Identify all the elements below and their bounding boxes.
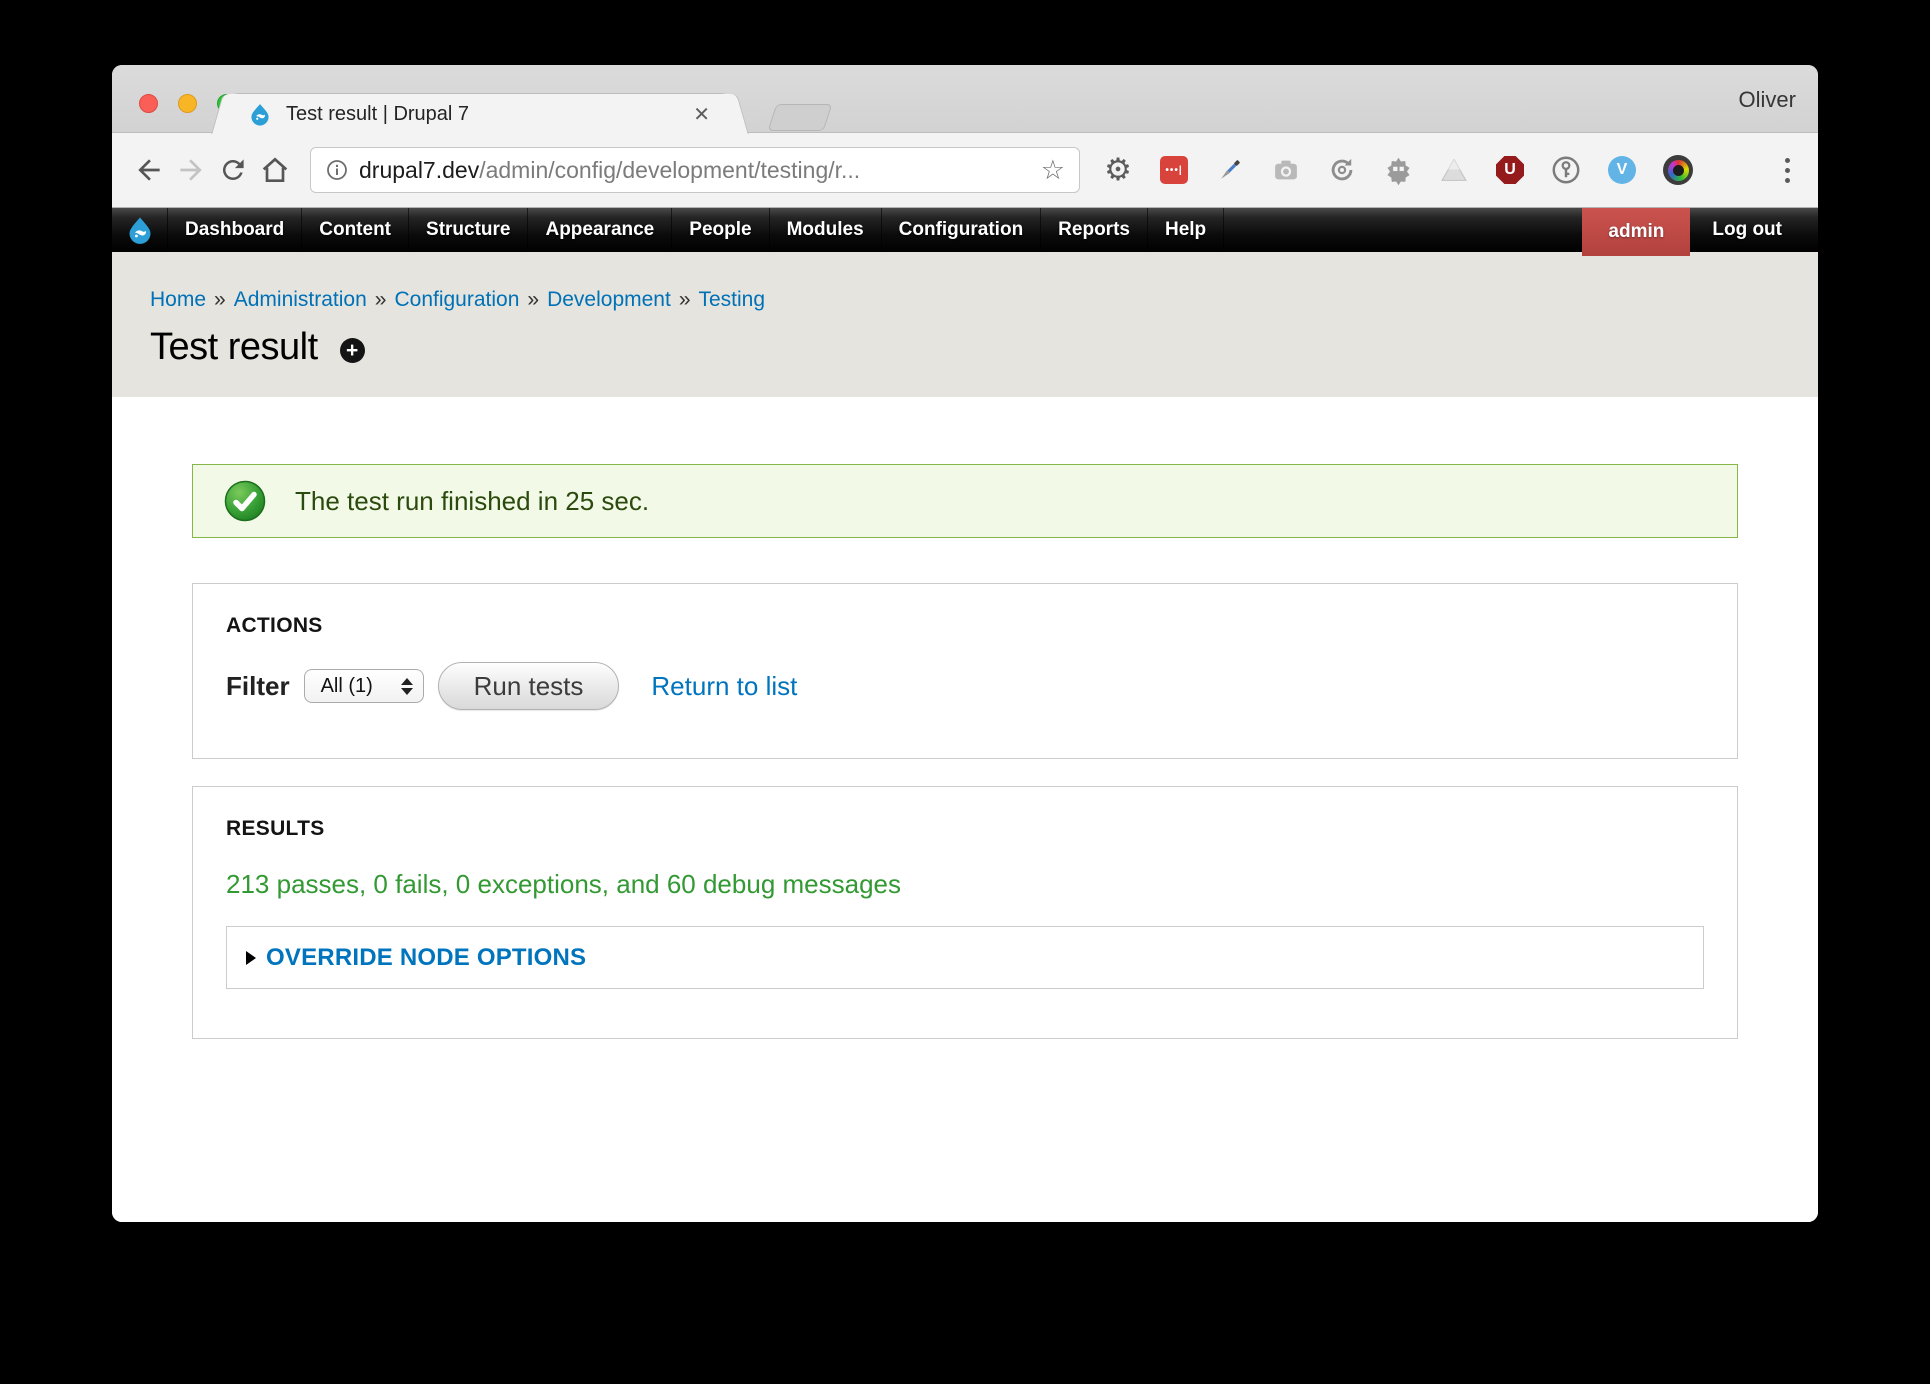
extension-password-manager-button[interactable]: •••| bbox=[1154, 147, 1194, 193]
minimize-window-button[interactable] bbox=[178, 94, 197, 113]
page-header: Home » Administration » Configuration » Develo… bbox=[112, 252, 1818, 397]
toolbar-item-appearance[interactable]: Appearance bbox=[528, 208, 672, 252]
ublock-octagon-icon: U bbox=[1496, 156, 1524, 184]
extensions-bar: ⚙ •••| bbox=[1098, 147, 1714, 193]
page-content: The test run finished in 25 sec. ACTIONS… bbox=[112, 464, 1818, 1222]
url-path: /admin/config/development/testing/r... bbox=[479, 157, 860, 184]
back-button[interactable] bbox=[128, 149, 170, 191]
browser-profile-name[interactable]: Oliver bbox=[1739, 87, 1796, 113]
results-fieldset: RESULTS 213 passes, 0 fails, 0 exception… bbox=[192, 786, 1738, 1039]
extension-userscript-button[interactable] bbox=[1378, 147, 1418, 193]
camera-icon bbox=[1272, 156, 1300, 184]
browser-window: Test result | Drupal 7 ✕ Oliver bbox=[112, 65, 1818, 1222]
extension-lens-button[interactable] bbox=[1658, 147, 1698, 193]
eyedropper-icon bbox=[1216, 156, 1244, 184]
success-check-icon bbox=[224, 480, 266, 522]
camera-lens-icon bbox=[1663, 155, 1693, 185]
drupal-logo[interactable] bbox=[112, 208, 168, 252]
breadcrumb-separator: » bbox=[679, 288, 691, 311]
extension-camera-button[interactable] bbox=[1266, 147, 1306, 193]
select-stepper-icon bbox=[401, 678, 413, 695]
home-button[interactable] bbox=[254, 149, 296, 191]
results-legend: RESULTS bbox=[226, 817, 1704, 841]
toolbar-item-dashboard[interactable]: Dashboard bbox=[168, 208, 302, 252]
extension-drive-button[interactable] bbox=[1434, 147, 1474, 193]
spiky-gear-icon bbox=[1384, 156, 1413, 185]
close-window-button[interactable] bbox=[139, 94, 158, 113]
url-host: drupal7.dev bbox=[359, 157, 479, 184]
browser-toolbar: drupal7.dev/admin/config/development/tes… bbox=[112, 133, 1818, 208]
toolbar-item-configuration[interactable]: Configuration bbox=[882, 208, 1042, 252]
breadcrumb-separator: » bbox=[214, 288, 226, 311]
return-to-list-link[interactable]: Return to list bbox=[651, 671, 797, 702]
reload-button[interactable] bbox=[212, 149, 254, 191]
actions-legend: ACTIONS bbox=[226, 614, 1704, 638]
breadcrumb: Home » Administration » Configuration » Develo… bbox=[150, 288, 1818, 312]
status-message-text: The test run finished in 25 sec. bbox=[295, 486, 649, 517]
toolbar-logout[interactable]: Log out bbox=[1690, 208, 1804, 252]
filter-label: Filter bbox=[226, 671, 290, 702]
actions-fieldset: ACTIONS Filter All (1) Run tests Return … bbox=[192, 583, 1738, 759]
status-message-box: The test run finished in 25 sec. bbox=[192, 464, 1738, 538]
breadcrumb-separator: » bbox=[375, 288, 387, 311]
tab-close-icon[interactable]: ✕ bbox=[693, 102, 710, 127]
toolbar-item-people[interactable]: People bbox=[672, 208, 769, 252]
gear-icon: ⚙ bbox=[1104, 152, 1132, 188]
toolbar-item-content[interactable]: Content bbox=[302, 208, 409, 252]
toolbar-item-reports[interactable]: Reports bbox=[1041, 208, 1148, 252]
extension-ublock-button[interactable]: U bbox=[1490, 147, 1530, 193]
override-node-options-fieldset[interactable]: OVERRIDE NODE OPTIONS bbox=[226, 926, 1704, 989]
titlebar: Test result | Drupal 7 ✕ Oliver bbox=[112, 65, 1818, 133]
sync-arrows-icon bbox=[1327, 155, 1357, 185]
breadcrumb-testing[interactable]: Testing bbox=[699, 288, 766, 311]
collapsed-triangle-icon bbox=[246, 951, 256, 965]
address-bar[interactable]: drupal7.dev/admin/config/development/tes… bbox=[310, 147, 1080, 193]
breadcrumb-home[interactable]: Home bbox=[150, 288, 206, 311]
toolbar-user-admin[interactable]: admin bbox=[1582, 208, 1690, 256]
browser-menu-button[interactable] bbox=[1772, 147, 1802, 193]
page-title: Test result bbox=[150, 326, 318, 369]
browser-tab[interactable]: Test result | Drupal 7 ✕ bbox=[230, 93, 730, 134]
toolbar-item-structure[interactable]: Structure bbox=[409, 208, 528, 252]
toolbar-item-help[interactable]: Help bbox=[1148, 208, 1224, 252]
breadcrumb-administration[interactable]: Administration bbox=[234, 288, 367, 311]
forward-button[interactable] bbox=[170, 149, 212, 191]
back-arrow-icon bbox=[133, 154, 165, 186]
breadcrumb-configuration[interactable]: Configuration bbox=[394, 288, 519, 311]
filter-select[interactable]: All (1) bbox=[304, 669, 424, 703]
filter-select-value: All (1) bbox=[321, 675, 401, 698]
home-icon bbox=[259, 154, 291, 186]
toolbar-item-modules[interactable]: Modules bbox=[770, 208, 882, 252]
new-tab-button[interactable] bbox=[768, 104, 833, 131]
drupal-favicon-icon bbox=[248, 102, 272, 126]
tab-title: Test result | Drupal 7 bbox=[286, 103, 469, 126]
add-shortcut-icon[interactable]: + bbox=[340, 338, 365, 363]
breadcrumb-development[interactable]: Development bbox=[547, 288, 671, 311]
v-circle-icon: V bbox=[1608, 156, 1636, 184]
extension-eyedropper-button[interactable] bbox=[1210, 147, 1250, 193]
site-info-icon[interactable] bbox=[325, 158, 349, 182]
drupal-drop-icon bbox=[126, 216, 154, 244]
results-summary: 213 passes, 0 fails, 0 exceptions, and 6… bbox=[226, 869, 1704, 900]
override-node-options-link[interactable]: OVERRIDE NODE OPTIONS bbox=[266, 944, 586, 972]
extension-session-sync-button[interactable] bbox=[1322, 147, 1362, 193]
reload-icon bbox=[218, 155, 248, 185]
run-tests-button[interactable]: Run tests bbox=[438, 662, 620, 710]
extension-key-button[interactable] bbox=[1546, 147, 1586, 193]
drive-triangle-icon bbox=[1440, 156, 1468, 184]
key-circle-icon bbox=[1551, 155, 1581, 185]
breadcrumb-separator: » bbox=[527, 288, 539, 311]
password-manager-icon: •••| bbox=[1160, 156, 1188, 184]
bookmark-star-icon[interactable]: ☆ bbox=[1041, 157, 1065, 184]
extension-gear-button[interactable]: ⚙ bbox=[1098, 147, 1138, 193]
drupal-admin-toolbar: Dashboard Content Structure Appearance P… bbox=[112, 208, 1818, 252]
forward-arrow-icon bbox=[175, 154, 207, 186]
extension-v-app-button[interactable]: V bbox=[1602, 147, 1642, 193]
